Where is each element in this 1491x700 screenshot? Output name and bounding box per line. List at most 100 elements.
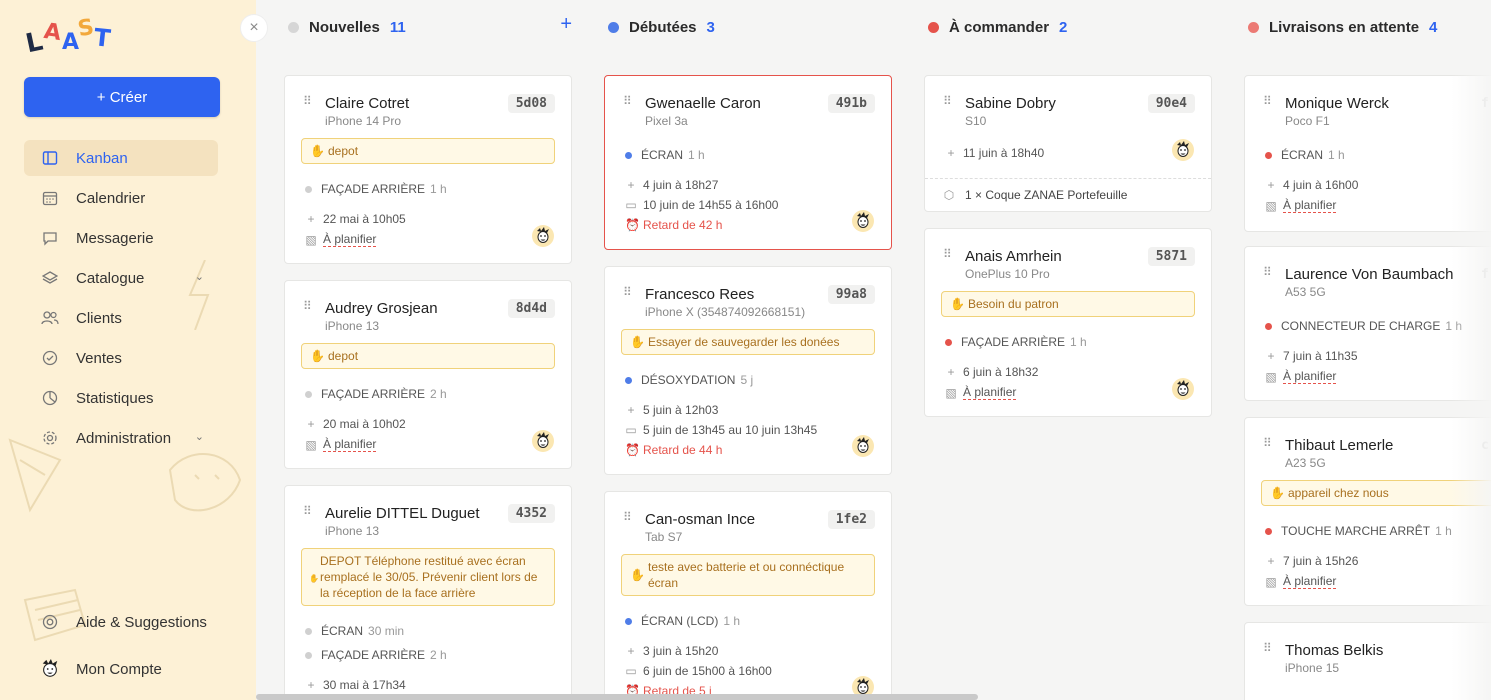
sidebar-item-messaging[interactable]: Messagerie xyxy=(24,220,218,256)
late-row: ⏰ Retard de 44 h xyxy=(625,443,722,457)
close-icon: × xyxy=(249,19,259,36)
drag-handle-icon[interactable]: ⠿ xyxy=(623,511,632,523)
sidebar-item-label: Mon Compte xyxy=(76,660,162,678)
repair-row: ÉCRAN 1 h xyxy=(625,148,705,162)
status-dot xyxy=(1248,21,1259,33)
device-model: iPhone 13 xyxy=(325,319,380,333)
ticket-id: 5871 xyxy=(1147,247,1195,266)
plan-link[interactable]: À planifier xyxy=(1283,198,1337,213)
sidebar-item-statistics[interactable]: Statistiques xyxy=(24,380,218,416)
repair-card[interactable]: ⠿ Francesco Rees iPhone X (3548740926681… xyxy=(604,266,892,475)
chevron-down-icon[interactable]: ⌄ xyxy=(195,270,204,283)
drag-handle-icon[interactable]: ⠿ xyxy=(623,286,632,298)
repair-duration: 1 h xyxy=(723,614,741,628)
sidebar-item-account[interactable]: Mon Compte xyxy=(24,651,218,687)
repair-row: DÉSOXYDATION 5 j xyxy=(625,373,753,387)
sidebar-item-label: Ventes xyxy=(76,349,122,367)
calendar-off-icon: ▧ xyxy=(1265,369,1277,384)
ticket-id: 4352 xyxy=(507,504,555,523)
drag-handle-icon[interactable]: ⠿ xyxy=(943,95,952,107)
column-title: Livraisons en attente xyxy=(1269,18,1420,36)
hand-icon: ✋ xyxy=(950,297,965,311)
repair-card[interactable]: ⠿ Aurelie DITTEL Duguet iPhone 13 4352 ✋… xyxy=(284,485,572,700)
customer-name: Anais Amrhein xyxy=(965,248,1062,265)
repair-row: ÉCRAN 30 min xyxy=(305,624,404,638)
drag-handle-icon[interactable]: ⠿ xyxy=(1263,437,1272,449)
drag-handle-icon[interactable]: ⠿ xyxy=(1263,95,1272,107)
repair-row: FAÇADE ARRIÈRE 1 h xyxy=(305,182,447,196)
drag-handle-icon[interactable]: ⠿ xyxy=(303,95,312,107)
sidebar-item-kanban[interactable]: Kanban xyxy=(24,140,218,176)
horizontal-scrollbar[interactable] xyxy=(256,694,978,700)
calendar-off-icon: ▧ xyxy=(305,232,317,247)
repair-name: ÉCRAN xyxy=(1281,148,1324,162)
sidebar-item-calendar[interactable]: Calendrier xyxy=(24,180,218,216)
create-button[interactable]: + Créer xyxy=(24,77,220,117)
created-date: 4 juin à 16h00 xyxy=(1283,178,1359,192)
created-date: 20 mai à 10h02 xyxy=(323,417,406,431)
drag-handle-icon[interactable]: ⠿ xyxy=(1263,642,1272,654)
plan-row[interactable]: ▧ À planifier xyxy=(1265,369,1337,384)
drag-handle-icon[interactable]: ⠿ xyxy=(623,95,632,107)
drag-handle-icon[interactable]: ⠿ xyxy=(943,248,952,260)
created-date: 7 juin à 15h26 xyxy=(1283,554,1359,568)
plus-icon: + xyxy=(627,403,635,417)
sidebar-item-clients[interactable]: Clients xyxy=(24,300,218,336)
device-model: iPhone 13 xyxy=(325,524,380,538)
hand-icon: ✋ xyxy=(310,349,325,363)
note-text: DEPOT Téléphone restitué avec écran remp… xyxy=(320,554,538,600)
chevron-down-icon[interactable]: ⌄ xyxy=(195,430,204,443)
note-badge: ✋ DEPOT Téléphone restitué avec écran rem… xyxy=(301,548,555,606)
column-header-nouvelles: Nouvelles 11 + xyxy=(288,13,572,38)
status-dot xyxy=(608,21,619,33)
drag-handle-icon[interactable]: ⠿ xyxy=(303,300,312,312)
late-text: Retard de 42 h xyxy=(643,218,723,232)
sidebar-item-administration[interactable]: Administration ⌄ xyxy=(24,420,218,456)
plus-icon: + xyxy=(947,146,955,160)
close-sidebar-button[interactable]: × xyxy=(240,14,268,42)
schedule-text: 10 juin de 14h55 à 16h00 xyxy=(643,198,779,212)
plus-icon: + xyxy=(627,644,635,658)
plan-link[interactable]: À planifier xyxy=(1283,574,1337,589)
plan-row[interactable]: ▧ À planifier xyxy=(945,385,1017,400)
plan-row[interactable]: ▧ À planifier xyxy=(305,437,377,452)
plan-link[interactable]: À planifier xyxy=(963,385,1017,400)
plan-link[interactable]: À planifier xyxy=(1283,369,1337,384)
lifebuoy-icon xyxy=(40,612,60,632)
plan-row[interactable]: ▧ À planifier xyxy=(305,232,377,247)
column-header-livraisons: Livraisons en attente 4 xyxy=(1248,16,1437,38)
created-date: 6 juin à 18h32 xyxy=(963,365,1039,379)
repair-card[interactable]: ⠿ Can-osman Ince Tab S7 1fe2 ✋ teste avec… xyxy=(604,491,892,700)
add-card-button[interactable]: + xyxy=(560,13,572,36)
plan-link[interactable]: À planifier xyxy=(323,232,377,247)
repair-name: FAÇADE ARRIÈRE xyxy=(321,182,426,196)
repair-row: FAÇADE ARRIÈRE 2 h xyxy=(305,387,447,401)
sidebar-bottom: Aide & Suggestions xyxy=(24,604,218,644)
ticket-id: 491b xyxy=(827,94,875,113)
repair-name: FAÇADE ARRIÈRE xyxy=(321,648,426,662)
repair-duration: 1 h xyxy=(1070,335,1087,349)
repair-card[interactable]: ⠿ Anais Amrhein OnePlus 10 Pro 5871 ✋ Bes… xyxy=(924,228,1212,417)
repair-duration: 2 h xyxy=(430,648,447,662)
sidebar-item-catalogue[interactable]: Catalogue ⌄ xyxy=(24,260,218,296)
drag-handle-icon[interactable]: ⠿ xyxy=(1263,266,1272,278)
sidebar-item-help[interactable]: Aide & Suggestions xyxy=(24,604,218,640)
schedule-row: ▭ 6 juin de 15h00 à 16h00 xyxy=(625,664,771,678)
created-row: +4 juin à 18h27 xyxy=(625,178,718,192)
repair-card[interactable]: ⠿ Audrey Grosjean iPhone 13 8d4d ✋ depot … xyxy=(284,280,572,469)
sidebar-item-label: Catalogue xyxy=(76,269,145,287)
repair-row: ÉCRAN (LCD) 1 h xyxy=(625,614,740,628)
repair-card[interactable]: ⠿ Gwenaelle Caron Pixel 3a 491b ÉCRAN 1 h… xyxy=(604,75,892,250)
drag-handle-icon[interactable]: ⠿ xyxy=(303,505,312,517)
plan-row[interactable]: ▧ À planifier xyxy=(1265,198,1337,213)
note-badge: ✋ teste avec batterie et ou connéctique é… xyxy=(621,554,875,596)
sidebar-item-label: Administration xyxy=(76,429,172,447)
sidebar: L A A S T + Créer Kanban Calendrier Mess… xyxy=(0,0,256,700)
repair-card[interactable]: ⠿ Sabine Dobry S10 90e4 +11 juin à 18h40… xyxy=(924,75,1212,212)
repair-card[interactable]: ⠿ Claire Cotret iPhone 14 Pro 5d08 ✋ depo… xyxy=(284,75,572,264)
created-row: +3 juin à 15h20 xyxy=(625,644,718,658)
plan-row[interactable]: ▧ À planifier xyxy=(1265,574,1337,589)
sidebar-item-sales[interactable]: Ventes xyxy=(24,340,218,376)
created-row: +7 juin à 15h26 xyxy=(1265,554,1358,568)
plan-link[interactable]: À planifier xyxy=(323,437,377,452)
